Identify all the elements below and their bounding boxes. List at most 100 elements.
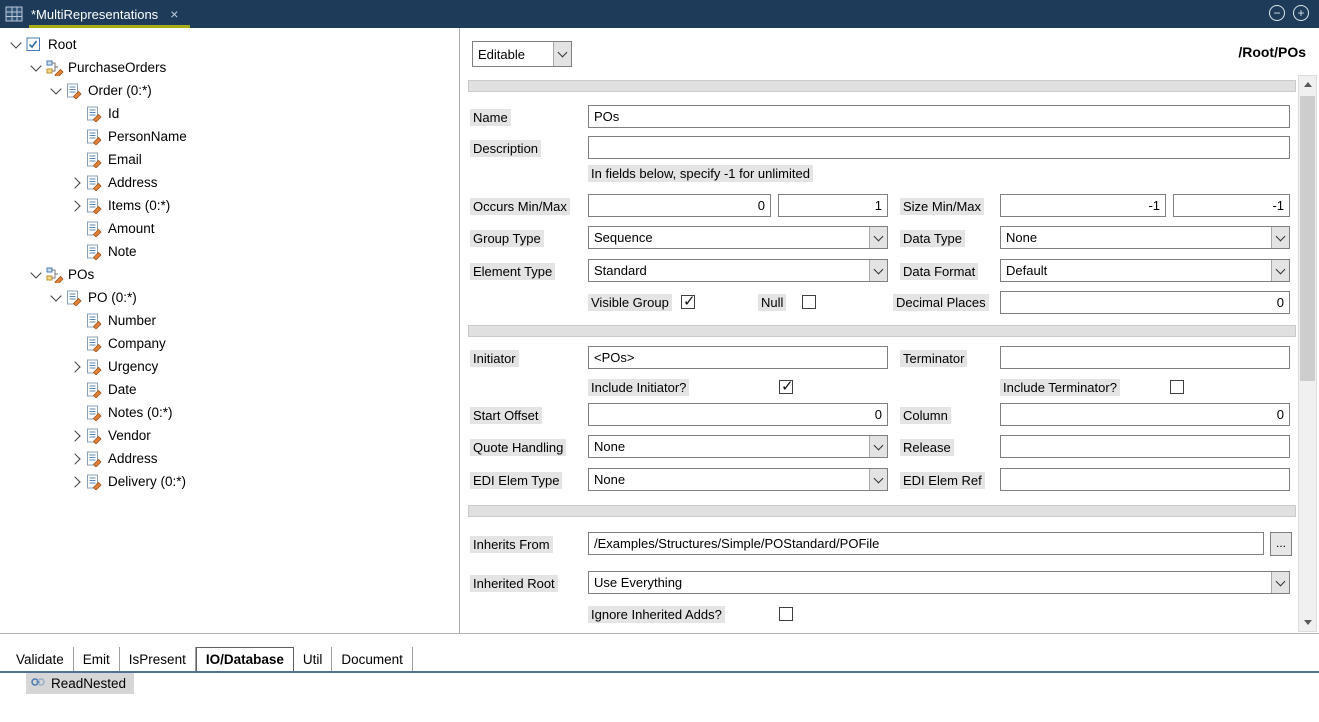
description-input[interactable] — [588, 136, 1290, 159]
chevron-right-icon[interactable] — [68, 478, 84, 486]
tree-item[interactable]: PersonName — [0, 125, 459, 148]
tree-item-label: Notes (0:*) — [108, 405, 173, 420]
script-item-readnested[interactable]: ReadNested — [26, 673, 134, 694]
element-type-value: Standard — [589, 263, 869, 278]
chevron-down-icon[interactable] — [28, 65, 44, 70]
size-max-input[interactable] — [1173, 194, 1290, 217]
tab-document[interactable]: Document — [332, 647, 413, 671]
tree-item[interactable]: Order (0:*) — [0, 79, 459, 102]
tree-item[interactable]: POs — [0, 263, 459, 286]
tree-item[interactable]: Number — [0, 309, 459, 332]
visible-group-checkbox[interactable] — [681, 295, 695, 309]
chevron-down-icon[interactable] — [1271, 260, 1289, 281]
tree-item[interactable]: Email — [0, 148, 459, 171]
circle-minus-button[interactable]: − — [1269, 5, 1285, 21]
inherits-from-label: Inherits From — [470, 536, 553, 553]
chevron-down-icon[interactable] — [869, 260, 887, 281]
scroll-up-button[interactable] — [1299, 76, 1316, 93]
start-offset-input[interactable] — [588, 403, 888, 426]
vertical-scrollbar[interactable] — [1298, 75, 1317, 632]
chevron-down-icon[interactable] — [869, 469, 887, 490]
chevron-right-icon[interactable] — [68, 363, 84, 371]
app-icon — [5, 6, 23, 22]
circle-plus-button[interactable]: + — [1293, 5, 1309, 21]
include-initiator-label: Include Initiator? — [588, 379, 689, 396]
terminator-input[interactable] — [1000, 346, 1290, 369]
decimal-places-input[interactable] — [1000, 291, 1290, 314]
separator-bar — [468, 325, 1296, 337]
tree-item[interactable]: Address — [0, 171, 459, 194]
chevron-right-icon[interactable] — [68, 179, 84, 187]
chevron-down-icon[interactable] — [1271, 572, 1289, 593]
tree-item[interactable]: Company — [0, 332, 459, 355]
editable-mode-select[interactable]: Editable — [472, 41, 572, 67]
inherited-root-value: Use Everything — [589, 575, 1271, 590]
element-node-icon — [66, 83, 85, 99]
element-node-icon — [86, 129, 105, 145]
occurs-max-input[interactable] — [778, 194, 888, 217]
data-type-select[interactable]: None — [1000, 226, 1290, 249]
tree-item[interactable]: Notes (0:*) — [0, 401, 459, 424]
chevron-down-icon[interactable] — [869, 227, 887, 248]
edi-elem-ref-input[interactable] — [1000, 468, 1290, 491]
group-type-select[interactable]: Sequence — [588, 226, 888, 249]
tab-util[interactable]: Util — [294, 647, 333, 671]
tree-item[interactable]: Date — [0, 378, 459, 401]
include-initiator-checkbox[interactable] — [779, 380, 793, 394]
occurs-min-input[interactable] — [588, 194, 771, 217]
release-input[interactable] — [1000, 435, 1290, 458]
chevron-down-icon[interactable] — [869, 436, 887, 457]
ignore-inherited-adds-checkbox[interactable] — [779, 607, 793, 621]
tree-item[interactable]: PurchaseOrders — [0, 56, 459, 79]
scroll-down-button[interactable] — [1299, 614, 1316, 631]
null-checkbox[interactable] — [802, 295, 816, 309]
tab-emit[interactable]: Emit — [74, 647, 120, 671]
size-min-input[interactable] — [1000, 194, 1166, 217]
chevron-down-icon[interactable] — [8, 42, 24, 47]
tree-item[interactable]: Items (0:*) — [0, 194, 459, 217]
initiator-input[interactable] — [588, 346, 888, 369]
root-node-icon — [26, 37, 45, 53]
tree-item[interactable]: Urgency — [0, 355, 459, 378]
inherited-root-select[interactable]: Use Everything — [588, 571, 1290, 594]
tab-ispresent[interactable]: IsPresent — [120, 647, 196, 671]
include-terminator-checkbox[interactable] — [1170, 380, 1184, 394]
tree-item[interactable]: Delivery (0:*) — [0, 470, 459, 493]
tree-item[interactable]: Vendor — [0, 424, 459, 447]
tree-item[interactable]: PO (0:*) — [0, 286, 459, 309]
element-node-icon — [86, 336, 105, 352]
browse-button[interactable]: ... — [1270, 532, 1292, 556]
tree-item[interactable]: Amount — [0, 217, 459, 240]
data-format-select[interactable]: Default — [1000, 259, 1290, 282]
window-controls: − + — [1269, 5, 1309, 21]
inherits-from-input[interactable] — [588, 532, 1264, 555]
tree-item[interactable]: Address — [0, 447, 459, 470]
edi-elem-type-select[interactable]: None — [588, 468, 888, 491]
element-node-icon — [86, 152, 105, 168]
tree-item[interactable]: Note — [0, 240, 459, 263]
document-tab[interactable]: *MultiRepresentations × — [29, 0, 190, 28]
initiator-label: Initiator — [470, 350, 519, 367]
chevron-down-icon[interactable] — [48, 88, 64, 93]
tree-item[interactable]: Root — [0, 33, 459, 56]
scrollbar-thumb[interactable] — [1300, 96, 1315, 381]
tab-io-database[interactable]: IO/Database — [196, 647, 294, 671]
column-input[interactable] — [1000, 403, 1290, 426]
element-node-icon — [86, 451, 105, 467]
tree-item[interactable]: Id — [0, 102, 459, 125]
chevron-right-icon[interactable] — [68, 455, 84, 463]
chevron-down-icon[interactable] — [48, 295, 64, 300]
chevron-down-icon[interactable] — [553, 42, 571, 66]
element-type-select[interactable]: Standard — [588, 259, 888, 282]
tree-item-label: Note — [108, 244, 137, 259]
element-type-label: Element Type — [470, 263, 555, 280]
name-input[interactable] — [588, 105, 1290, 128]
close-icon[interactable]: × — [170, 6, 178, 22]
chevron-down-icon[interactable] — [1271, 227, 1289, 248]
chevron-right-icon[interactable] — [68, 202, 84, 210]
chevron-down-icon[interactable] — [28, 272, 44, 277]
release-label: Release — [900, 439, 954, 456]
chevron-right-icon[interactable] — [68, 432, 84, 440]
quote-handling-select[interactable]: None — [588, 435, 888, 458]
tab-validate[interactable]: Validate — [7, 647, 74, 671]
